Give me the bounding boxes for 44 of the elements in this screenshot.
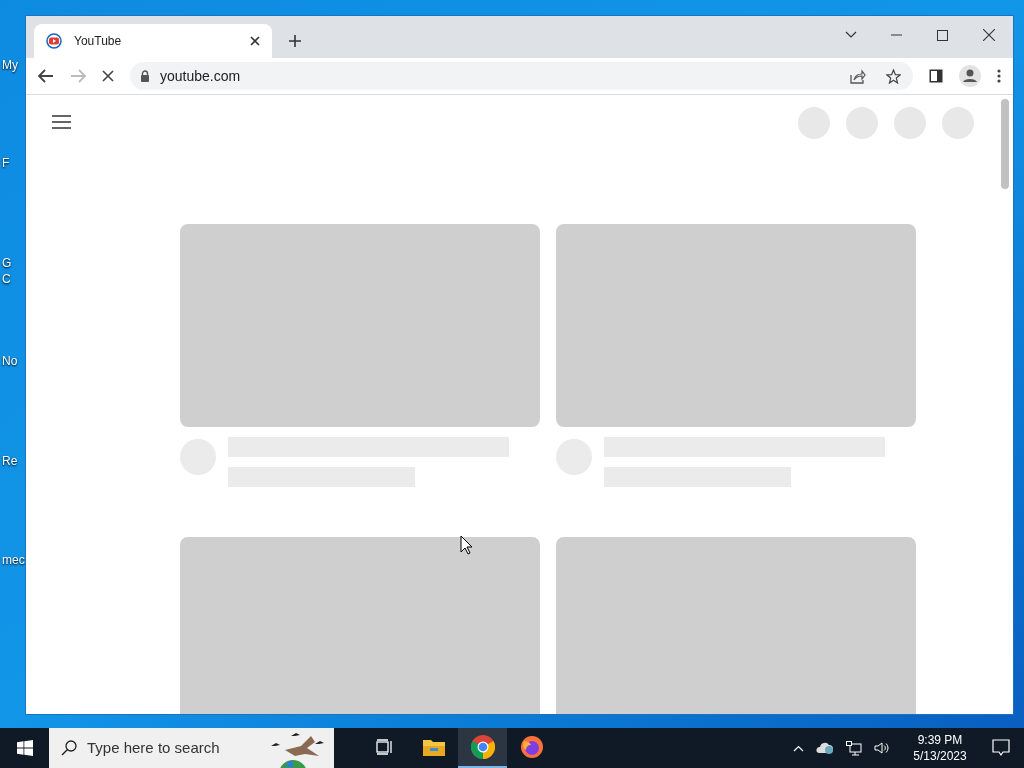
profile-icon[interactable] xyxy=(959,65,981,87)
desktop-icon-label[interactable]: No xyxy=(2,354,18,368)
search-icon xyxy=(61,740,77,756)
stop-icon[interactable] xyxy=(102,70,114,82)
desktop-icon-label[interactable]: G xyxy=(2,256,12,270)
task-view-icon[interactable] xyxy=(375,739,394,755)
close-icon[interactable] xyxy=(250,36,260,46)
more-menu-icon[interactable] xyxy=(997,69,1001,83)
share-icon[interactable] xyxy=(850,68,866,84)
menu-icon[interactable] xyxy=(52,115,71,129)
close-icon[interactable] xyxy=(983,29,995,41)
maximize-icon[interactable] xyxy=(937,30,948,41)
network-icon[interactable] xyxy=(846,740,862,756)
tab-title: YouTube xyxy=(74,33,123,50)
mouse-pointer-icon xyxy=(460,535,474,555)
desktop-icon-label[interactable]: C xyxy=(2,272,11,286)
chevron-up-icon[interactable] xyxy=(793,744,804,752)
speaker-icon[interactable] xyxy=(874,741,890,755)
scrollbar-thumb[interactable] xyxy=(1001,99,1009,189)
star-icon[interactable] xyxy=(886,68,901,84)
url-text: youtube.com xyxy=(160,66,242,86)
address-bar[interactable]: youtube.com xyxy=(130,62,913,90)
clock-date[interactable]: 5/13/2023 xyxy=(913,748,967,764)
browser-tab[interactable]: YouTube xyxy=(34,24,272,58)
new-tab-icon[interactable] xyxy=(289,35,301,47)
taskbar-app-button[interactable] xyxy=(458,728,507,768)
lock-icon xyxy=(140,70,150,82)
clock-time[interactable]: 9:39 PM xyxy=(917,732,963,748)
chevron-down-icon[interactable] xyxy=(845,31,857,38)
windows-start-icon[interactable] xyxy=(16,740,33,756)
search-box[interactable]: Type here to search xyxy=(49,728,334,768)
folder-icon[interactable] xyxy=(422,738,445,756)
firefox-logo-icon[interactable] xyxy=(519,735,544,759)
play-logo-icon xyxy=(46,33,62,49)
cloud-icon[interactable] xyxy=(816,741,834,755)
search-placeholder: Type here to search xyxy=(87,737,220,758)
side-panel-icon[interactable] xyxy=(929,69,943,83)
notification-icon[interactable] xyxy=(992,739,1010,757)
desktop-icon-label[interactable]: F xyxy=(2,156,10,170)
desktop-icon-label[interactable]: mec xyxy=(2,553,25,567)
chrome-logo-icon[interactable] xyxy=(470,735,495,759)
desktop-icon-label[interactable]: My xyxy=(2,58,18,72)
desktop-icon-label[interactable]: Re xyxy=(2,454,18,468)
back-arrow-icon[interactable] xyxy=(38,69,54,83)
